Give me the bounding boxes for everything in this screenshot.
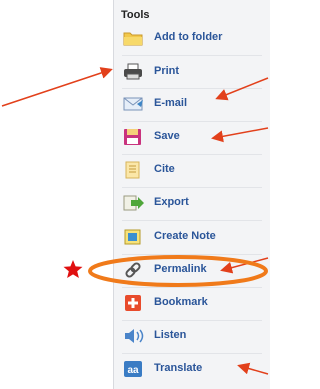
export-label: Export xyxy=(154,196,189,208)
print-button[interactable]: Print xyxy=(116,57,266,87)
cite-label: Cite xyxy=(154,163,175,175)
translate-label: Translate xyxy=(154,362,203,374)
add-to-folder-button[interactable]: Add to folder xyxy=(116,23,266,53)
note-icon xyxy=(123,228,143,246)
add-to-folder-label: Add to folder xyxy=(154,31,223,43)
listen-label: Listen xyxy=(154,329,187,341)
bookmark-button[interactable]: Bookmark xyxy=(116,288,266,318)
email-label: E-mail xyxy=(154,97,188,109)
annotation-arrow-print xyxy=(1,67,113,107)
print-label: Print xyxy=(154,65,180,77)
cite-button[interactable]: Cite xyxy=(116,155,266,185)
speaker-icon xyxy=(123,327,144,345)
email-button[interactable]: E-mail xyxy=(116,89,266,119)
divider xyxy=(122,220,262,221)
star-icon xyxy=(63,260,83,278)
translate-button[interactable]: aa Translate xyxy=(116,354,266,384)
create-note-label: Create Note xyxy=(154,230,216,242)
export-button[interactable]: Export xyxy=(116,188,266,218)
permalink-button[interactable]: Permalink xyxy=(116,255,266,285)
printer-icon xyxy=(123,63,143,81)
tools-heading: Tools xyxy=(121,9,150,21)
cite-icon xyxy=(123,161,143,179)
bookmark-plus-icon xyxy=(123,294,143,312)
folder-icon xyxy=(123,29,143,47)
translate-icon: aa xyxy=(123,360,143,378)
email-icon xyxy=(123,95,143,113)
save-icon xyxy=(123,128,143,146)
divider xyxy=(122,55,262,56)
listen-button[interactable]: Listen xyxy=(116,321,266,351)
save-button[interactable]: Save xyxy=(116,122,266,152)
permalink-label: Permalink xyxy=(154,263,207,275)
save-label: Save xyxy=(154,130,180,142)
bookmark-label: Bookmark xyxy=(154,296,208,308)
link-icon xyxy=(123,261,143,279)
create-note-button[interactable]: Create Note xyxy=(116,222,266,252)
translate-icon-glyph: aa xyxy=(127,365,139,376)
export-icon xyxy=(123,194,144,212)
